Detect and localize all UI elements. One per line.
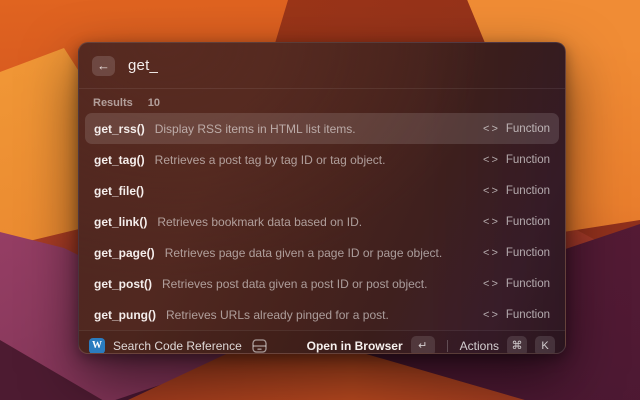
result-row-get_rss[interactable]: get_rss() Display RSS items in HTML list… [85, 113, 559, 144]
result-subtitle: Display RSS items in HTML list items. [155, 122, 473, 136]
result-row-get_pung[interactable]: get_pung() Retrieves URLs already pinged… [85, 299, 559, 330]
k-key-icon[interactable]: K [535, 336, 555, 355]
result-type-label: Function [506, 185, 550, 197]
code-brackets-icon: <> [483, 247, 500, 259]
result-type-label: Function [506, 278, 550, 290]
result-type: <> Function [483, 154, 550, 166]
result-type: <> Function [483, 216, 550, 228]
drive-icon [252, 339, 267, 353]
code-brackets-icon: <> [483, 185, 500, 197]
result-row-get_link[interactable]: get_link() Retrieves bookmark data based… [85, 206, 559, 237]
result-row-get_page[interactable]: get_page() Retrieves page data given a p… [85, 237, 559, 268]
result-type-label: Function [506, 154, 550, 166]
result-title: get_link() [94, 215, 147, 229]
code-brackets-icon: <> [483, 309, 500, 321]
result-title: get_rss() [94, 122, 145, 136]
result-type-label: Function [506, 216, 550, 228]
result-type-label: Function [506, 309, 550, 321]
result-type: <> Function [483, 309, 550, 321]
result-title: get_pung() [94, 308, 156, 322]
result-subtitle: Retrieves a post tag by tag ID or tag ob… [155, 153, 473, 167]
code-brackets-icon: <> [483, 154, 500, 166]
search-bar: ← get_ [79, 43, 565, 89]
result-row-get_tag[interactable]: get_tag() Retrieves a post tag by tag ID… [85, 144, 559, 175]
back-button[interactable]: ← [92, 56, 115, 76]
back-arrow-icon: ← [97, 58, 110, 73]
return-key-icon[interactable]: ↵ [411, 336, 435, 355]
code-brackets-icon: <> [483, 123, 500, 135]
results-list: get_rss() Display RSS items in HTML list… [79, 109, 565, 330]
result-title: get_file() [94, 184, 144, 198]
result-type: <> Function [483, 247, 550, 259]
command-palette-window: ← get_ Results 10 get_rss() Display RSS … [78, 42, 566, 354]
result-title: get_post() [94, 277, 152, 291]
result-row-get_file[interactable]: get_file() <> Function [85, 175, 559, 206]
results-label: Results [93, 97, 133, 109]
result-type-label: Function [506, 247, 550, 259]
result-subtitle: Retrieves page data given a page ID or p… [165, 246, 473, 260]
result-type: <> Function [483, 123, 550, 135]
extension-name: Search Code Reference [113, 339, 242, 353]
result-type-label: Function [506, 123, 550, 135]
result-type: <> Function [483, 185, 550, 197]
result-type: <> Function [483, 278, 550, 290]
actions-button[interactable]: Actions [460, 339, 499, 353]
code-brackets-icon: <> [483, 278, 500, 290]
search-input[interactable]: get_ [128, 57, 158, 74]
wordpress-logo-icon: W [89, 338, 105, 354]
result-title: get_page() [94, 246, 155, 260]
result-subtitle: Retrieves URLs already pinged for a post… [166, 308, 473, 322]
result-subtitle: Retrieves post data given a post ID or p… [162, 277, 473, 291]
results-count: 10 [148, 97, 160, 109]
results-header: Results 10 [79, 89, 565, 109]
code-brackets-icon: <> [483, 216, 500, 228]
footer-divider [447, 340, 448, 352]
result-row-get_post[interactable]: get_post() Retrieves post data given a p… [85, 268, 559, 299]
footer-bar: W Search Code Reference Open in Browser … [79, 330, 565, 354]
result-title: get_tag() [94, 153, 145, 167]
command-key-icon[interactable]: ⌘ [507, 336, 527, 355]
open-in-browser-button[interactable]: Open in Browser [307, 339, 403, 353]
result-subtitle: Retrieves bookmark data based on ID. [157, 215, 473, 229]
